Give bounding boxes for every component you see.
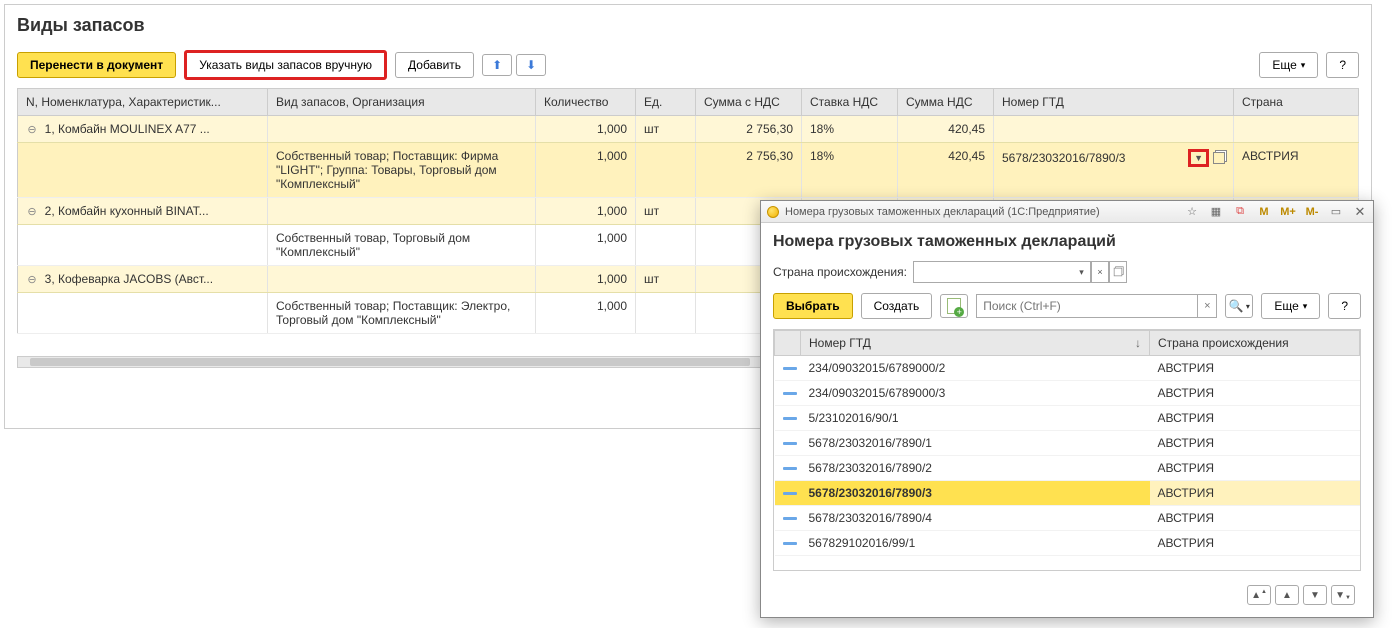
calculator-icon[interactable]: ▦: [1207, 204, 1225, 220]
add-button[interactable]: Добавить: [395, 52, 474, 78]
record-icon: [783, 417, 797, 420]
record-icon: [783, 392, 797, 395]
col-kind[interactable]: Вид запасов, Организация: [268, 89, 536, 116]
list-item[interactable]: 234/09032015/6789000/3АВСТРИЯ: [775, 381, 1360, 406]
collapse-icon[interactable]: ⊖: [26, 273, 38, 286]
chevron-down-icon: ▾: [1303, 301, 1308, 312]
col-country[interactable]: Страна: [1234, 89, 1359, 116]
page-title: Виды запасов: [17, 15, 1359, 36]
m-plus-icon[interactable]: M+: [1279, 204, 1297, 220]
document-plus-icon: [947, 298, 961, 314]
move-down-button[interactable]: ⬇: [516, 54, 546, 76]
chevron-down-icon: ▾: [1301, 60, 1306, 71]
create-button[interactable]: Создать: [861, 293, 933, 319]
collapse-icon[interactable]: ⊖: [26, 205, 38, 218]
col-qty[interactable]: Количество: [536, 89, 636, 116]
manual-kinds-button[interactable]: Указать виды запасов вручную: [184, 50, 387, 80]
chevron-down-icon: ▼: [1194, 153, 1203, 163]
clear-icon[interactable]: ×: [1091, 261, 1109, 283]
chevron-down-icon: ▾: [1246, 302, 1250, 311]
search-button[interactable]: 🔍▾: [1225, 294, 1253, 318]
move-up-button[interactable]: ⬆: [482, 54, 512, 76]
favorite-icon[interactable]: ☆: [1183, 204, 1201, 220]
record-icon: [783, 467, 797, 470]
more-button[interactable]: Еще ▾: [1259, 52, 1318, 78]
gtd-dialog: Номера грузовых таможенных деклараций (1…: [760, 200, 1374, 618]
close-icon[interactable]: ✕: [1351, 204, 1369, 220]
add-document-button[interactable]: [940, 294, 968, 318]
list-item[interactable]: 234/09032015/6789000/2АВСТРИЯ: [775, 356, 1360, 381]
calendar-icon[interactable]: ⧉: [1231, 204, 1249, 220]
dialog-more-button[interactable]: Еще ▾: [1261, 293, 1320, 319]
record-icon: [783, 492, 797, 495]
list-item[interactable]: 5678/23032016/7890/2АВСТРИЯ: [775, 456, 1360, 481]
arrow-up-icon: ⬆: [492, 58, 502, 72]
list-item[interactable]: 5/23102016/90/1АВСТРИЯ: [775, 406, 1360, 431]
open-external-icon[interactable]: [1213, 152, 1225, 164]
col-vatsum[interactable]: Сумма НДС: [898, 89, 994, 116]
col-nomenclature[interactable]: N, Номенклатура, Характеристик...: [18, 89, 268, 116]
nav-first-button[interactable]: ▲▲: [1247, 585, 1271, 605]
select-button[interactable]: Выбрать: [773, 293, 853, 319]
record-icon: [783, 542, 797, 545]
table-row[interactable]: ⊖ 1, Комбайн MOULINEX A77 ... 1,000 шт 2…: [18, 116, 1359, 143]
col-vatrate[interactable]: Ставка НДС: [802, 89, 898, 116]
nav-up-button[interactable]: ▲: [1275, 585, 1299, 605]
search-input[interactable]: [976, 294, 1197, 318]
list-item[interactable]: 5678/23032016/7890/1АВСТРИЯ: [775, 431, 1360, 456]
arrow-down-icon: ⬇: [526, 58, 536, 72]
list-item[interactable]: 5678/23032016/7890/3АВСТРИЯ: [775, 481, 1360, 506]
transfer-button[interactable]: Перенести в документ: [17, 52, 176, 78]
list-item[interactable]: 5678/23032016/7890/4АВСТРИЯ: [775, 506, 1360, 531]
main-toolbar: Перенести в документ Указать виды запасо…: [17, 50, 1359, 80]
list-item[interactable]: 567829102016/99/1АВСТРИЯ: [775, 531, 1360, 556]
clear-search-icon[interactable]: ×: [1197, 294, 1217, 318]
table-row[interactable]: Собственный товар; Поставщик: Фирма "LIG…: [18, 143, 1359, 198]
maximize-icon[interactable]: ▭: [1327, 204, 1345, 220]
m-icon[interactable]: M: [1255, 204, 1273, 220]
dialog-window-title: Номера грузовых таможенных деклараций (1…: [785, 206, 1100, 218]
gtd-dropdown-button[interactable]: ▼: [1188, 149, 1209, 167]
origin-country-label: Страна происхождения:: [773, 265, 907, 279]
open-external-icon[interactable]: [1109, 261, 1127, 283]
record-icon: [783, 367, 797, 370]
m-minus-icon[interactable]: M-: [1303, 204, 1321, 220]
nav-last-button[interactable]: ▼▼: [1331, 585, 1355, 605]
nav-down-button[interactable]: ▼: [1303, 585, 1327, 605]
record-icon: [783, 442, 797, 445]
col-dialog-gtd[interactable]: Номер ГТД↓: [801, 331, 1150, 356]
record-icon: [783, 517, 797, 520]
col-dialog-country[interactable]: Страна происхождения: [1150, 331, 1360, 356]
col-unit[interactable]: Ед.: [636, 89, 696, 116]
col-gtd[interactable]: Номер ГТД: [994, 89, 1234, 116]
help-button[interactable]: ?: [1326, 52, 1359, 78]
app-logo-icon: [767, 206, 779, 218]
gtd-value: 5678/23032016/7890/3: [1002, 151, 1184, 165]
scrollbar-thumb[interactable]: [30, 358, 750, 366]
collapse-icon[interactable]: ⊖: [26, 123, 38, 136]
dialog-title: Номера грузовых таможенных деклараций: [773, 233, 1361, 251]
dialog-help-button[interactable]: ?: [1328, 293, 1361, 319]
col-sumvat[interactable]: Сумма с НДС: [696, 89, 802, 116]
gtd-table: Номер ГТД↓ Страна происхождения 234/0903…: [773, 329, 1361, 571]
dialog-titlebar[interactable]: Номера грузовых таможенных деклараций (1…: [761, 201, 1373, 223]
origin-country-input[interactable]: [913, 261, 1073, 283]
sort-desc-icon: ↓: [1135, 336, 1141, 350]
dropdown-icon[interactable]: ▾: [1073, 261, 1091, 283]
